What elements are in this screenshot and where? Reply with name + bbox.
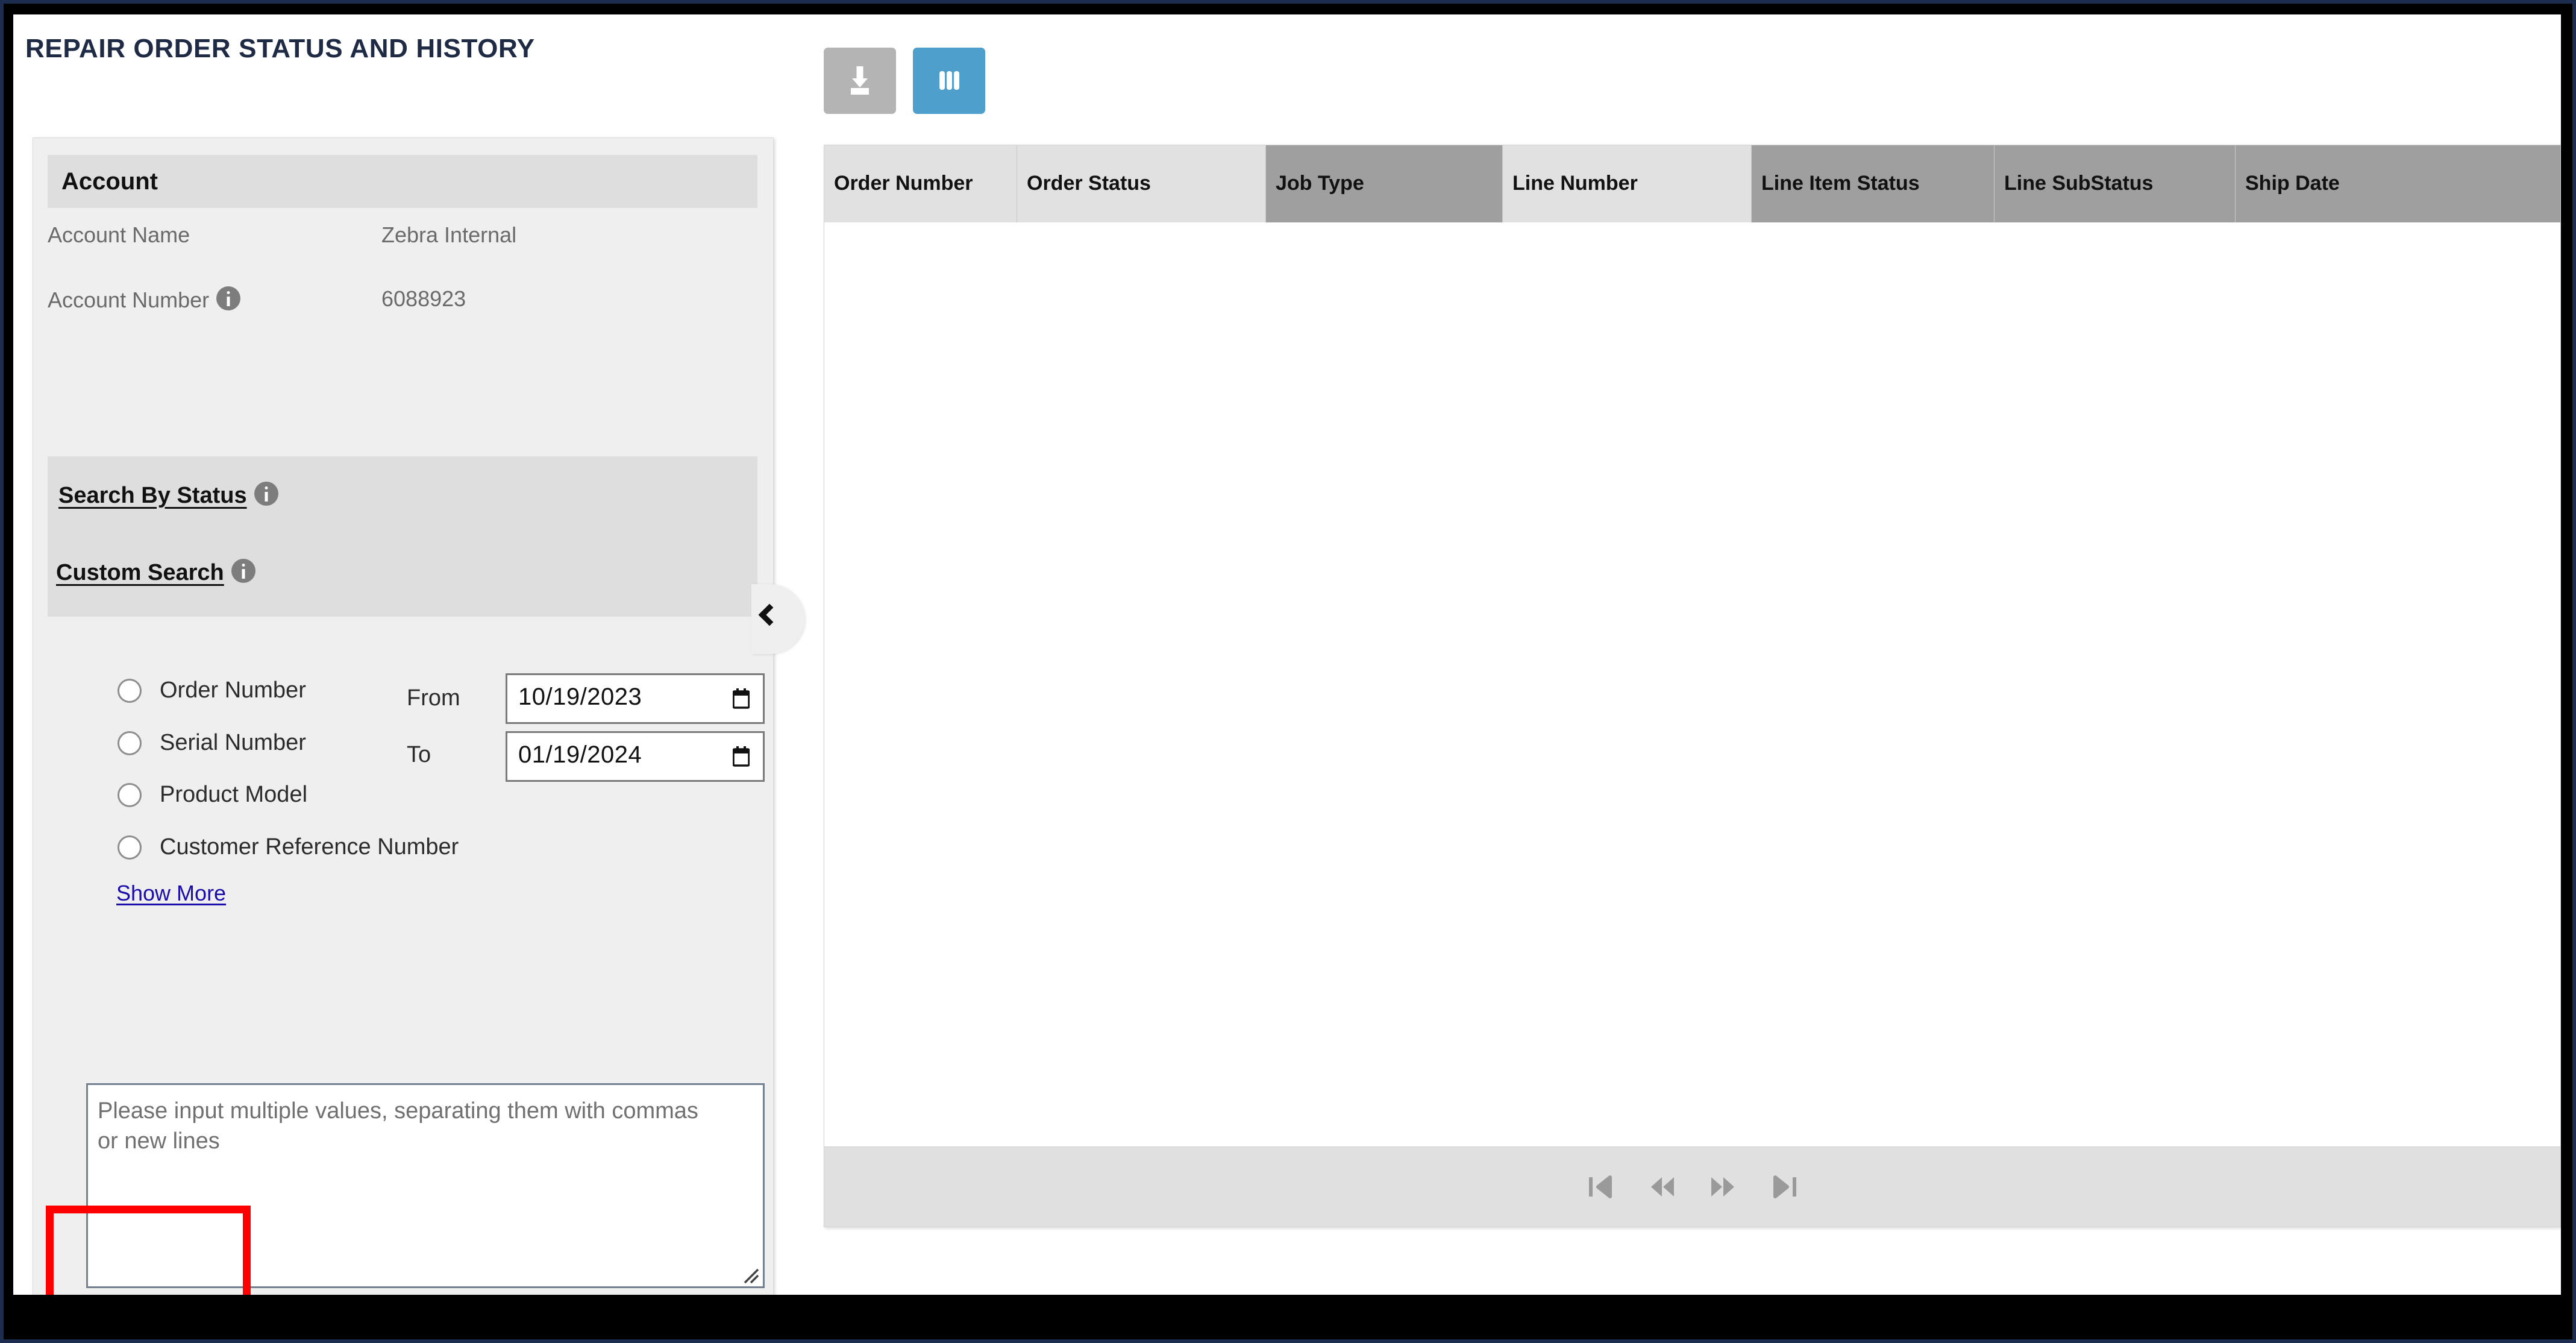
grid-body: [824, 222, 2560, 1148]
account-name-label: Account Name: [48, 222, 190, 247]
custom-search-label: Custom Search: [56, 560, 224, 585]
first-page-icon[interactable]: [1586, 1172, 1615, 1201]
info-icon[interactable]: [231, 559, 255, 583]
show-more-link[interactable]: Show More: [116, 881, 226, 906]
grid-column-label: Ship Date: [2245, 172, 2340, 195]
multi-value-textarea-placeholder: Please input multiple values, separating…: [98, 1098, 698, 1154]
calendar-icon[interactable]: [733, 688, 750, 709]
download-icon: [851, 66, 869, 95]
next-page-icon[interactable]: [1709, 1172, 1738, 1201]
radio-label: Customer Reference Number: [160, 834, 459, 860]
page-title: REPAIR ORDER STATUS AND HISTORY: [25, 34, 535, 63]
columns-icon: [939, 71, 959, 90]
grid-column-label: Line Number: [1512, 172, 1638, 195]
grid-column-header[interactable]: Line SubStatus: [1995, 145, 2236, 222]
radio-order-number[interactable]: Order Number: [118, 678, 306, 703]
multi-value-textarea[interactable]: Please input multiple values, separating…: [86, 1083, 765, 1288]
radio-dot[interactable]: [118, 678, 142, 703]
date-to-label: To: [407, 742, 431, 767]
column-chooser-button[interactable]: [913, 48, 985, 114]
account-number-label: Account Number: [48, 286, 241, 313]
grid-column-header[interactable]: Order Status: [1017, 145, 1266, 222]
prev-page-icon[interactable]: [1647, 1172, 1676, 1201]
grid-column-label: Line Item Status: [1761, 172, 1920, 195]
search-by-status-label: Search By Status: [58, 483, 247, 508]
date-to-input[interactable]: 01/19/2024: [506, 731, 765, 782]
screen: REPAIR ORDER STATUS AND HISTORY Account …: [0, 0, 2576, 1343]
info-icon[interactable]: [254, 482, 278, 506]
search-by-status-link[interactable]: Search By Status: [58, 482, 278, 509]
calendar-icon[interactable]: [733, 746, 750, 767]
radio-label: Order Number: [160, 678, 306, 703]
radio-dot[interactable]: [118, 731, 142, 755]
chevron-left-icon: [758, 603, 781, 626]
date-from-value: 10/19/2023: [518, 684, 642, 710]
grid-column-header[interactable]: Job Type: [1266, 145, 1503, 222]
grid-column-label: Job Type: [1276, 172, 1364, 195]
last-page-icon[interactable]: [1770, 1172, 1799, 1201]
date-from-input[interactable]: 10/19/2023: [506, 673, 765, 724]
date-to-value: 01/19/2024: [518, 741, 642, 768]
search-panel: Account Account Name Zebra Internal Acco…: [33, 137, 774, 1295]
results-grid: Order Number Order Status Job Type Line Num…: [824, 145, 2561, 1227]
account-section-header: Account: [48, 155, 757, 208]
radio-serial-number[interactable]: Serial Number: [118, 730, 306, 756]
grid-column-header[interactable]: Line Number: [1503, 145, 1752, 222]
resize-grip-icon[interactable]: [739, 1263, 759, 1284]
date-from-label: From: [407, 685, 460, 711]
custom-search-link[interactable]: Custom Search: [56, 559, 255, 586]
info-icon[interactable]: [216, 286, 241, 310]
radio-label: Serial Number: [160, 730, 306, 755]
grid-column-header[interactable]: Order Number: [824, 145, 1017, 222]
radio-label: Product Model: [160, 782, 308, 807]
radio-customer-reference-number[interactable]: Customer Reference Number: [118, 834, 459, 860]
account-number-label-text: Account Number: [48, 288, 210, 312]
app-page: REPAIR ORDER STATUS AND HISTORY Account …: [13, 14, 2561, 1295]
radio-dot[interactable]: [118, 782, 142, 807]
grid-column-label: Line SubStatus: [2004, 172, 2154, 195]
account-section-label: Account: [61, 168, 158, 195]
account-number-value: 6088923: [381, 286, 466, 311]
account-name-value: Zebra Internal: [381, 222, 517, 247]
grid-column-header[interactable]: Ship Date: [2236, 145, 2560, 222]
search-modes-section: Search By Status Custom Search: [48, 456, 757, 617]
grid-column-label: Order Number: [834, 172, 973, 195]
grid-header-row: Order Number Order Status Job Type Line Num…: [824, 145, 2560, 222]
grid-pagination-footer: [824, 1146, 2560, 1227]
export-download-button[interactable]: [824, 48, 896, 114]
radio-product-model[interactable]: Product Model: [118, 782, 307, 808]
radio-dot[interactable]: [118, 835, 142, 860]
grid-column-label: Order Status: [1027, 172, 1151, 195]
panel-collapse-handle[interactable]: [751, 584, 804, 654]
grid-column-header[interactable]: Line Item Status: [1752, 145, 1995, 222]
